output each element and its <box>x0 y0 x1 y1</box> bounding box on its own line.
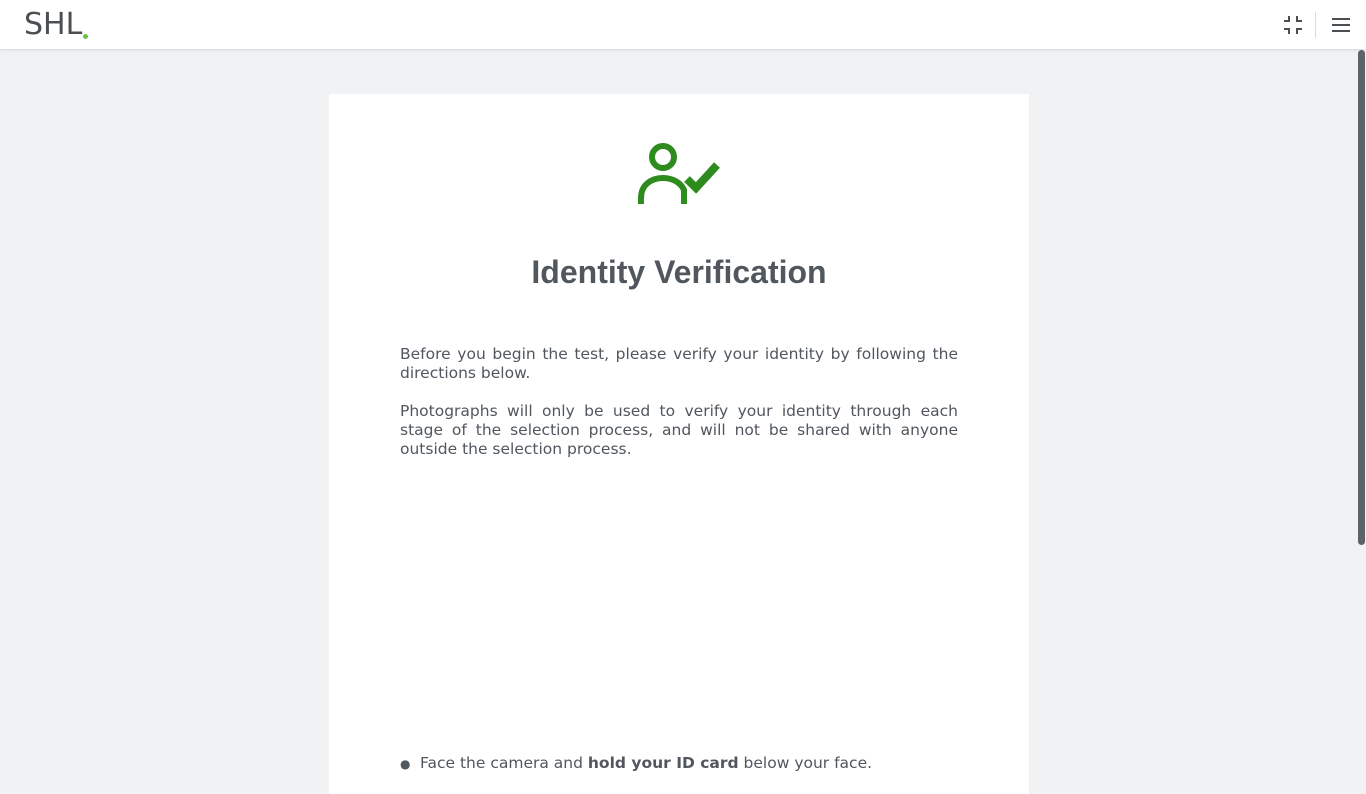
bullet-icon: ● <box>400 757 411 771</box>
logo-text: SHL <box>24 7 83 42</box>
identity-verification-card: Identity Verification Before you begin t… <box>329 94 1029 794</box>
list-item: ● Face the camera and hold your ID card … <box>400 754 958 774</box>
menu-button[interactable] <box>1328 12 1354 38</box>
intro-paragraph: Before you begin the test, please verify… <box>400 345 958 382</box>
logo-dot <box>83 34 89 39</box>
exit-fullscreen-icon <box>1284 16 1302 34</box>
exit-fullscreen-button[interactable] <box>1280 12 1306 38</box>
shl-logo: SHL <box>24 7 89 42</box>
top-bar: SHL <box>0 0 1366 50</box>
page-title: Identity Verification <box>531 254 827 290</box>
instruction-list: ● Face the camera and hold your ID card … <box>400 754 958 774</box>
privacy-paragraph: Photographs will only be used to verify … <box>400 402 958 458</box>
topbar-divider <box>1315 12 1316 38</box>
scrollbar-thumb[interactable] <box>1358 50 1365 545</box>
user-check-icon <box>638 143 720 204</box>
instruction-text: Face the camera and hold your ID card be… <box>420 754 873 772</box>
hamburger-menu-icon <box>1332 18 1350 32</box>
